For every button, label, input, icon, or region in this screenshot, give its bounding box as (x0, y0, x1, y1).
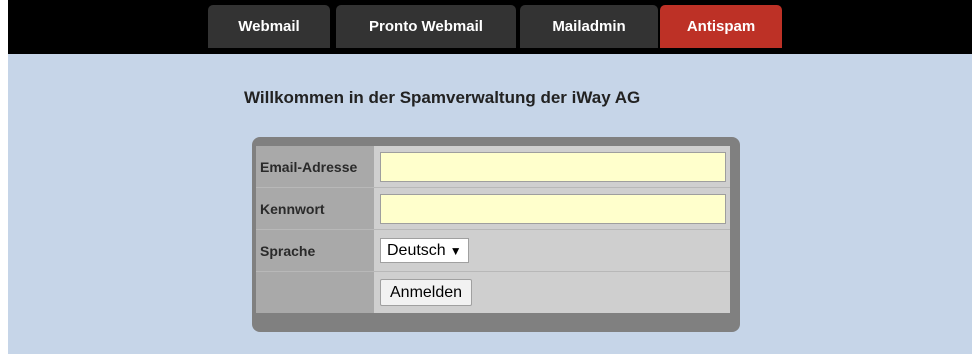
login-button[interactable]: Anmelden (380, 279, 473, 306)
tab-pronto-webmail[interactable]: Pronto Webmail (336, 5, 516, 48)
submit-label-spacer (256, 271, 374, 313)
language-label: Sprache (256, 229, 374, 272)
password-row: Kennwort (256, 187, 730, 230)
email-field-cell (374, 146, 730, 188)
tab-webmail[interactable]: Webmail (208, 5, 330, 48)
login-form: Email-Adresse Kennwort Sprache Deutsch▼ (256, 146, 730, 313)
email-row: Email-Adresse (256, 146, 730, 188)
tab-antispam[interactable]: Antispam (660, 5, 782, 48)
page-background: Webmail Pronto Webmail Mailadmin Antispa… (8, 0, 972, 354)
email-field[interactable] (380, 151, 726, 182)
password-field-cell (374, 187, 730, 230)
top-navigation-bar: Webmail Pronto Webmail Mailadmin Antispa… (8, 0, 972, 54)
language-select[interactable]: Deutsch ▼ (380, 238, 469, 263)
language-select-value: Deutsch (387, 242, 446, 259)
tab-mailadmin[interactable]: Mailadmin (520, 5, 658, 48)
email-label: Email-Adresse (256, 146, 374, 188)
language-row: Sprache Deutsch ▼ (256, 229, 730, 272)
password-field[interactable] (380, 193, 726, 224)
language-field-cell: Deutsch ▼ (374, 229, 730, 272)
login-panel: Email-Adresse Kennwort Sprache Deutsch▼ (252, 137, 740, 332)
submit-row: Anmelden (256, 271, 730, 313)
password-label: Kennwort (256, 187, 374, 230)
chevron-down-icon: ▼ (449, 244, 462, 258)
page-title: Willkommen in der Spamverwaltung der iWa… (244, 88, 641, 107)
submit-cell: Anmelden (374, 271, 730, 313)
